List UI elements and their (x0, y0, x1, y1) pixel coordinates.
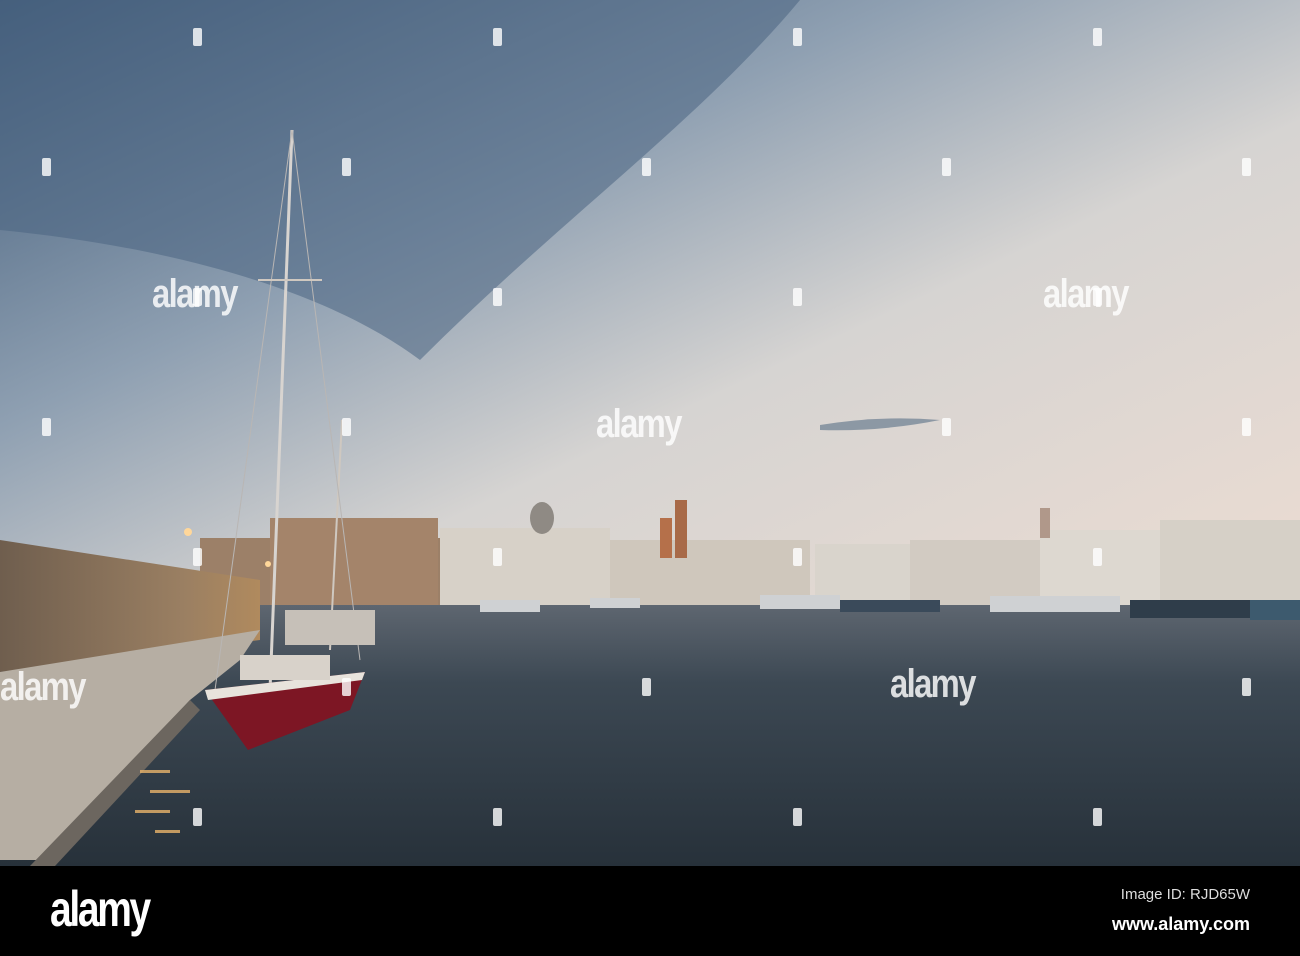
watermark-mark (793, 808, 802, 826)
watermark-mark (493, 288, 502, 306)
watermark-mark (193, 288, 202, 306)
watermark-mark (193, 548, 202, 566)
watermark-mark (642, 158, 651, 176)
watermark-mark (942, 418, 951, 436)
watermark: alamy (596, 402, 682, 446)
watermark-mark (1242, 158, 1251, 176)
watermark-mark (793, 28, 802, 46)
watermark-mark (1093, 28, 1102, 46)
watermark-mark (493, 808, 502, 826)
watermark-mark (793, 548, 802, 566)
watermark-mark (1093, 808, 1102, 826)
watermark-mark (1093, 288, 1102, 306)
website-link[interactable]: www.alamy.com (1112, 914, 1250, 935)
watermark: alamy (1043, 272, 1129, 316)
street-lamp (184, 528, 192, 536)
alamy-logo[interactable]: alamy (50, 880, 151, 938)
watermark-mark (493, 548, 502, 566)
watermark: alamy (0, 665, 86, 709)
footer-bar: alamy Image ID: RJD65W www.alamy.com (0, 866, 1300, 956)
image-id: Image ID: RJD65W (1120, 886, 1250, 903)
watermark-mark (342, 418, 351, 436)
watermark-mark (342, 158, 351, 176)
watermark-mark (942, 158, 951, 176)
watermark-mark (342, 678, 351, 696)
stock-photo-page: alamy alamy alamy alamy alamy alamy Imag… (0, 0, 1300, 956)
watermark-mark (793, 288, 802, 306)
watermark-mark (42, 158, 51, 176)
watermark-mark (1242, 418, 1251, 436)
watermark: alamy (890, 662, 976, 706)
watermark-mark (1242, 678, 1251, 696)
watermark-mark (642, 678, 651, 696)
watermark-mark (1093, 548, 1102, 566)
watermark-mark (42, 418, 51, 436)
watermark-mark (193, 808, 202, 826)
watermark-mark (493, 28, 502, 46)
street-lamp (265, 561, 271, 567)
watermark-mark (193, 28, 202, 46)
